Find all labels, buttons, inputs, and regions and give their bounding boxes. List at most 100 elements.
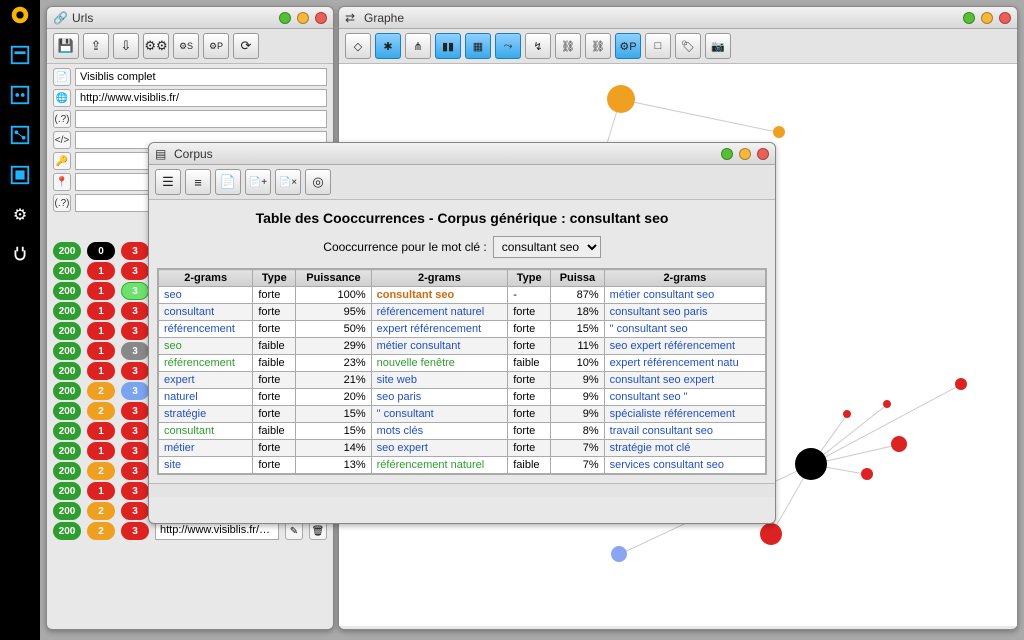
export-button[interactable]: ⇪ bbox=[83, 33, 109, 59]
url-input[interactable] bbox=[75, 89, 327, 107]
graph-node[interactable] bbox=[611, 546, 627, 562]
table-cell[interactable]: consultant bbox=[159, 304, 253, 321]
table-cell[interactable]: mots clés bbox=[371, 423, 508, 440]
table-header[interactable]: Type bbox=[253, 270, 296, 287]
table-cell[interactable]: consultant seo " bbox=[604, 389, 765, 406]
graph-node[interactable] bbox=[760, 523, 782, 545]
camera-button[interactable]: 📷 bbox=[705, 33, 731, 59]
table-cell[interactable]: consultant bbox=[159, 423, 253, 440]
table-cell[interactable]: métier bbox=[159, 440, 253, 457]
corpus-traffic-lights[interactable] bbox=[721, 148, 769, 160]
corpus-keyword-select[interactable]: consultant seo bbox=[493, 236, 601, 258]
url-row[interactable]: 200 2 3 http://www.visiblis.fr/a... ✎🗑 bbox=[53, 522, 327, 540]
grid-button[interactable]: ▦ bbox=[465, 33, 491, 59]
graph-node[interactable] bbox=[607, 85, 635, 113]
gears-button[interactable]: ⚙⚙ bbox=[143, 33, 169, 59]
count-pill-2: 3 bbox=[121, 362, 149, 380]
table-cell[interactable]: consultant seo expert bbox=[604, 372, 765, 389]
panel-3-icon[interactable] bbox=[9, 124, 31, 146]
chain1-button[interactable]: ⛓ bbox=[555, 33, 581, 59]
table-cell[interactable]: consultant seo paris bbox=[604, 304, 765, 321]
urls-traffic-lights[interactable] bbox=[279, 12, 327, 24]
table-cell[interactable]: travail consultant seo bbox=[604, 423, 765, 440]
table-cell[interactable]: spécialiste référencement bbox=[604, 406, 765, 423]
table-header[interactable]: 2-grams bbox=[604, 270, 765, 287]
table-cell[interactable]: site bbox=[159, 457, 253, 474]
table-cell[interactable]: seo bbox=[159, 287, 253, 304]
table-cell[interactable]: stratégie bbox=[159, 406, 253, 423]
count-pill-2: 3 bbox=[121, 482, 149, 500]
download-button[interactable]: ⇩ bbox=[113, 33, 139, 59]
table-cell[interactable]: " consultant bbox=[371, 406, 508, 423]
refresh-button[interactable]: ⟳ bbox=[233, 33, 259, 59]
table-cell[interactable]: seo paris bbox=[371, 389, 508, 406]
list-button[interactable]: ☰ bbox=[155, 169, 181, 195]
table-cell[interactable]: expert bbox=[159, 372, 253, 389]
gears-s-button[interactable]: ⚙S bbox=[173, 33, 199, 59]
square-button[interactable]: □ bbox=[645, 33, 671, 59]
graph-node[interactable] bbox=[891, 436, 907, 452]
table-cell[interactable]: expert référencement bbox=[371, 321, 508, 338]
panel-2-icon[interactable] bbox=[9, 84, 31, 106]
bars-button[interactable]: ▮▮ bbox=[435, 33, 461, 59]
tree-button[interactable]: ⋔ bbox=[405, 33, 431, 59]
panel-4-icon[interactable] bbox=[9, 164, 31, 186]
table-cell[interactable]: seo bbox=[159, 338, 253, 355]
table-cell[interactable]: métier consultant seo bbox=[604, 287, 765, 304]
table-cell[interactable]: seo expert référencement bbox=[604, 338, 765, 355]
table-cell[interactable]: référencement bbox=[159, 321, 253, 338]
plug-icon[interactable] bbox=[9, 244, 31, 266]
corpus-scrollbar[interactable] bbox=[149, 483, 775, 497]
gears-p-button[interactable]: ⚙P bbox=[203, 33, 229, 59]
table-header[interactable]: 2-grams bbox=[159, 270, 253, 287]
link2-button[interactable]: ↯ bbox=[525, 33, 551, 59]
table-cell[interactable]: référencement naturel bbox=[371, 304, 508, 321]
delete-button[interactable]: 🗑 bbox=[309, 522, 327, 540]
graphe-traffic-lights[interactable] bbox=[963, 12, 1011, 24]
graph-node[interactable] bbox=[883, 400, 891, 408]
graph-node[interactable] bbox=[861, 468, 873, 480]
shape-button[interactable]: ◇ bbox=[345, 33, 371, 59]
graph-node[interactable] bbox=[843, 410, 851, 418]
page-x-button[interactable]: 📄× bbox=[275, 169, 301, 195]
table-header[interactable]: Type bbox=[508, 270, 551, 287]
table-cell[interactable]: référencement naturel bbox=[371, 457, 508, 474]
tag-button[interactable]: 🏷 bbox=[675, 33, 701, 59]
list-num-button[interactable]: ≡ bbox=[185, 169, 211, 195]
table-cell[interactable]: naturel bbox=[159, 389, 253, 406]
graph-node[interactable] bbox=[795, 448, 827, 480]
table-header[interactable]: 2-grams bbox=[371, 270, 508, 287]
page-plus-button[interactable]: 📄+ bbox=[245, 169, 271, 195]
name-input[interactable] bbox=[75, 68, 327, 86]
table-cell[interactable]: stratégie mot clé bbox=[604, 440, 765, 457]
graph-node[interactable] bbox=[955, 378, 967, 390]
target-button[interactable]: ◎ bbox=[305, 169, 331, 195]
table-cell[interactable]: consultant seo bbox=[371, 287, 508, 304]
table-cell[interactable]: nouvelle fenêtre bbox=[371, 355, 508, 372]
page-button[interactable]: 📄 bbox=[215, 169, 241, 195]
cluster-button[interactable]: ✱ bbox=[375, 33, 401, 59]
table-header[interactable]: Puissa bbox=[551, 270, 605, 287]
gear-icon[interactable]: ⚙ bbox=[9, 204, 31, 226]
table-cell[interactable]: expert référencement natu bbox=[604, 355, 765, 372]
table-cell[interactable]: services consultant seo bbox=[604, 457, 765, 474]
chain2-button[interactable]: ⛓ bbox=[585, 33, 611, 59]
table-row: référencementforte50%expert référencemen… bbox=[159, 321, 766, 338]
table-cell[interactable]: " consultant seo bbox=[604, 321, 765, 338]
table-header[interactable]: Puissance bbox=[296, 270, 371, 287]
table-cell[interactable]: référencement bbox=[159, 355, 253, 372]
table-cell[interactable]: seo expert bbox=[371, 440, 508, 457]
urls-titlebar[interactable]: 🔗 Urls bbox=[47, 7, 333, 29]
table-cell[interactable]: métier consultant bbox=[371, 338, 508, 355]
panel-1-icon[interactable] bbox=[9, 44, 31, 66]
regex-input[interactable] bbox=[75, 110, 327, 128]
table-cell[interactable]: site web bbox=[371, 372, 508, 389]
graph-node[interactable] bbox=[773, 126, 785, 138]
save-button[interactable]: 💾 bbox=[53, 33, 79, 59]
edit-button[interactable]: ✎ bbox=[285, 522, 303, 540]
corpus-titlebar[interactable]: ▤ Corpus bbox=[149, 143, 775, 165]
p-mode-button[interactable]: ⚙P bbox=[615, 33, 641, 59]
graphe-titlebar[interactable]: ⇄ Graphe bbox=[339, 7, 1017, 29]
cooccurrence-table-wrap[interactable]: 2-gramsTypePuissance2-gramsTypePuissa2-g… bbox=[157, 268, 767, 475]
link1-button[interactable]: ⤳ bbox=[495, 33, 521, 59]
